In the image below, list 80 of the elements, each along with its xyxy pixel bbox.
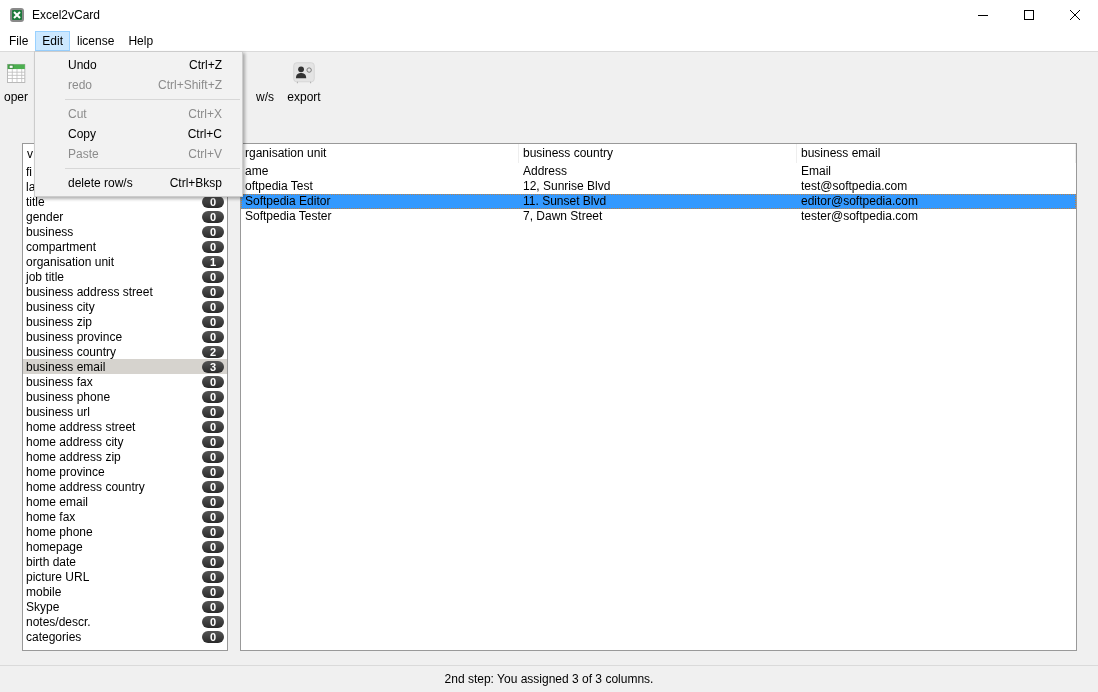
count-badge: 0 <box>202 390 224 403</box>
table-cell-text: ame <box>244 164 270 179</box>
shortcut-label: Ctrl+C <box>187 127 222 141</box>
table-cell-text: Email <box>800 164 832 179</box>
table-cell-text: test@softpedia.com <box>800 179 909 194</box>
field-label: business url <box>26 404 91 419</box>
count-badge: 0 <box>202 570 224 583</box>
field-label: job title <box>26 269 65 284</box>
field-label: Skype <box>26 599 60 614</box>
table-cell-text: editor@softpedia.com <box>800 194 919 209</box>
field-label: home email <box>26 494 89 509</box>
count-badge: 0 <box>202 330 224 343</box>
count-badge: 0 <box>202 555 224 568</box>
field-label: gender <box>26 209 64 224</box>
count-badge: 0 <box>202 630 224 643</box>
table-cell-text: Address <box>522 164 569 179</box>
field-label: business phone <box>26 389 111 404</box>
table-cell-text: 7, Dawn Street <box>522 209 604 224</box>
field-label: fi <box>26 164 32 179</box>
field-label: home fax <box>26 509 76 524</box>
field-label: mobile <box>26 584 62 599</box>
field-label: business email <box>26 359 106 374</box>
count-badge: 0 <box>202 210 224 223</box>
count-badge: 0 <box>202 405 224 418</box>
count-badge: 0 <box>202 450 224 463</box>
table-cell-text: 12, Sunrise Blvd <box>522 179 612 194</box>
count-badge: 0 <box>202 615 224 628</box>
field-label: business <box>26 224 74 239</box>
count-badge: 0 <box>202 300 224 313</box>
count-badge: 0 <box>202 435 224 448</box>
shortcut-label: Ctrl+Shift+Z <box>157 78 222 92</box>
count-badge: 0 <box>202 495 224 508</box>
count-badge: 0 <box>202 540 224 553</box>
count-badge: 3 <box>202 360 224 373</box>
field-label: business fax <box>26 374 93 389</box>
count-badge: 0 <box>202 375 224 388</box>
field-label: home address street <box>26 419 136 434</box>
window-title: Excel2vCard <box>32 8 101 22</box>
field-label: business address street <box>26 284 153 299</box>
count-badge: 0 <box>202 510 224 523</box>
count-badge: 0 <box>202 285 224 298</box>
field-label: home phone <box>26 524 93 539</box>
field-label: business country <box>26 344 117 359</box>
count-badge: 0 <box>202 480 224 493</box>
field-label: home address city <box>26 434 124 449</box>
field-label: homepage <box>26 539 83 554</box>
count-badge: 2 <box>202 345 224 358</box>
list-header: v <box>27 147 33 161</box>
field-label: business zip <box>26 314 93 329</box>
count-badge: 0 <box>202 600 224 613</box>
count-badge: 0 <box>202 585 224 598</box>
table-cell-text: oftpedia Test <box>244 179 314 194</box>
count-badge: 0 <box>202 420 224 433</box>
table-cell-text: Softpedia Tester <box>244 209 333 224</box>
field-label: business city <box>26 299 95 314</box>
field-label: home address country <box>26 479 145 494</box>
field-label: organisation unit <box>26 254 115 269</box>
field-label: title <box>26 194 45 209</box>
field-label: notes/descr. <box>26 614 91 629</box>
shortcut-label: Ctrl+V <box>188 147 222 161</box>
field-label: business province <box>26 329 123 344</box>
count-badge: 1 <box>202 255 224 268</box>
count-badge: 0 <box>202 270 224 283</box>
field-label: home province <box>26 464 105 479</box>
table-cell-text: tester@softpedia.com <box>800 209 919 224</box>
count-badge: 0 <box>202 240 224 253</box>
field-label: birth date <box>26 554 77 569</box>
field-label: compartment <box>26 239 97 254</box>
count-badge: 0 <box>202 225 224 238</box>
shortcut-label: Ctrl+Bksp <box>169 176 222 190</box>
shortcut-label: Ctrl+X <box>188 107 222 121</box>
field-label: home address zip <box>26 449 121 464</box>
count-badge: 0 <box>202 315 224 328</box>
count-badge: 0 <box>202 465 224 478</box>
field-label: picture URL <box>26 569 90 584</box>
field-label: categories <box>26 629 82 644</box>
shortcut-label: Ctrl+Z <box>189 58 222 72</box>
table-cell-text: 11. Sunset Blvd <box>522 194 608 209</box>
table-cell-text: Softpedia Editor <box>244 194 332 209</box>
count-badge: 0 <box>202 525 224 538</box>
